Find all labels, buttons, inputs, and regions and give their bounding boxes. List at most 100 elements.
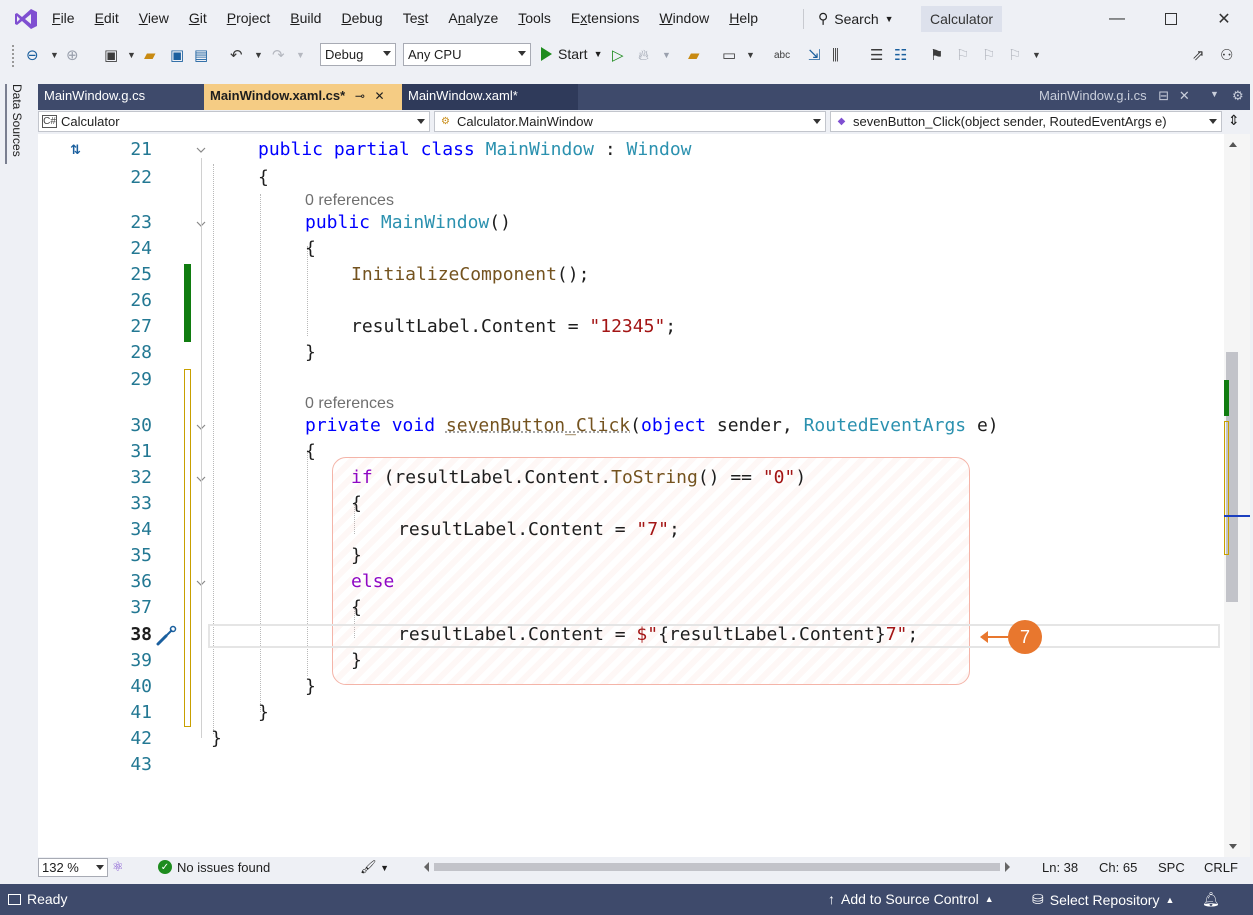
platform-select[interactable]: Any CPU [403,43,531,66]
chevron-down-icon[interactable]: ▼ [127,44,136,66]
tab-list-dropdown[interactable]: ▼ [1206,84,1226,110]
compare-icon[interactable]: ⫼ [832,44,839,66]
member-select[interactable]: ◆ sevenButton_Click(object sender, Route… [830,111,1222,132]
scrollbar-thumb[interactable] [434,863,1000,871]
menu-item-debug[interactable]: Debug [341,10,382,26]
chevron-down-icon[interactable]: ▼ [1032,44,1041,66]
menu-item-test[interactable]: Test [403,10,429,26]
project-select[interactable]: C# Calculator [38,111,430,132]
type-select[interactable]: ⚙ Calculator.MainWindow [434,111,826,132]
line-number: 23 [130,212,152,233]
menu-item-build[interactable]: Build [290,10,321,26]
notifications-button[interactable]: 🔔︎ [1202,891,1220,908]
window-layout-icon[interactable]: ▭ [722,44,736,66]
menu-item-tools[interactable]: Tools [518,10,551,26]
navigate-forward-icon[interactable]: ⊕ [66,44,79,66]
comment-lines-icon[interactable]: ☰ [870,44,883,66]
spell-check-icon[interactable]: abc [774,44,790,66]
solution-explorer-icon[interactable]: ▰ [688,44,700,66]
tab-mainwindow-g-i-cs[interactable]: MainWindow.g.i.cs ⊟ ✕ [1033,84,1203,110]
bookmark-icon[interactable]: ⚑ [930,44,943,66]
codelens-references[interactable]: 0 references [305,395,394,413]
next-bookmark-icon[interactable]: ⚐ [982,44,995,66]
line-number: 31 [130,441,152,462]
code-cleanup-icon[interactable]: 🖌︎ ▼ [360,859,389,875]
punctuation: ) [795,467,807,488]
horizontal-scrollbar[interactable] [424,862,1010,872]
issues-status[interactable]: No issues found [177,860,270,875]
keep-open-icon[interactable]: ⊟ [1158,88,1169,103]
menu-item-analyze[interactable]: Analyze [448,10,498,26]
menu-item-edit[interactable]: Edit [95,10,119,26]
scroll-down-icon[interactable] [1229,844,1237,849]
line-ending-indicator[interactable]: CRLF [1204,860,1238,875]
data-sources-tab[interactable]: Data Sources [10,84,24,157]
clear-bookmarks-icon[interactable]: ⚐ [1008,44,1021,66]
search-button[interactable]: ⚲ Search ▼ [818,10,894,27]
menu-item-project[interactable]: Project [227,10,271,26]
save-all-icon[interactable]: ▤ [194,44,208,66]
chevron-down-icon[interactable]: ▼ [254,44,263,66]
hot-reload-icon[interactable]: 🔥︎ [638,44,649,66]
split-window-icon[interactable]: ⇕ [1228,112,1240,129]
navigate-back-icon[interactable]: ⊖ [26,44,39,66]
add-to-source-control-button[interactable]: ↑ Add to Source Control ▲ [828,891,994,907]
menu-item-window[interactable]: Window [659,10,709,26]
settings-button[interactable]: ⚙ [1226,84,1250,110]
collapse-icon[interactable] [195,144,207,156]
previous-bookmark-icon[interactable]: ⚐ [956,44,969,66]
chevron-down-icon: ▼ [1210,89,1219,99]
menu-item-git[interactable]: Git [189,10,207,26]
code-map-icon[interactable]: ⇅ [70,142,81,158]
new-project-icon[interactable]: ▣ [104,44,118,66]
toolbar-grip[interactable] [12,45,16,67]
minimize-button[interactable]: — [1106,8,1128,30]
configuration-select[interactable]: Debug [320,43,396,66]
chevron-down-icon[interactable]: ▼ [50,44,59,66]
redo-icon[interactable]: ↷ [272,44,285,66]
quick-actions-screwdriver-icon[interactable] [154,624,178,648]
scroll-right-icon[interactable] [1005,862,1010,872]
start-debugging-button[interactable]: Start ▼ [541,46,603,62]
code-line-28: } [305,342,316,363]
feedback-icon[interactable]: ⚇ [1220,44,1233,66]
live-share-icon[interactable]: ⇗ [1192,44,1205,66]
close-icon[interactable]: ✕ [1179,88,1190,103]
chevron-down-icon[interactable]: ▼ [296,44,305,66]
line-indicator[interactable]: Ln: 38 [1042,860,1078,875]
uncomment-lines-icon[interactable]: ☷ [894,44,907,66]
chevron-down-icon[interactable]: ▼ [662,44,671,66]
tab-mainwindow-g-cs[interactable]: MainWindow.g.cs [38,84,204,110]
tab-label: MainWindow.xaml.cs* [210,88,346,103]
intellicode-icon[interactable]: ⚛ [112,859,124,875]
code-line-32: if (resultLabel.Content.ToString() == "0… [351,467,806,488]
menu-item-view[interactable]: View [139,10,169,26]
scroll-up-icon[interactable] [1229,142,1237,147]
close-window-button[interactable]: ✕ [1213,8,1235,30]
open-folder-icon[interactable]: ▰ [144,44,156,66]
vertical-scrollbar[interactable] [1224,134,1250,857]
tab-mainwindow-xaml[interactable]: MainWindow.xaml* [402,84,578,110]
string-literal: $" [636,624,659,645]
chevron-down-icon[interactable]: ▼ [746,44,755,66]
code-line-35: } [351,545,362,566]
save-icon[interactable]: ▣ [170,44,184,66]
maximize-button[interactable] [1160,8,1182,30]
tab-mainwindow-xaml-cs[interactable]: MainWindow.xaml.cs* ⊸ ✕ [204,84,402,110]
codelens-references[interactable]: 0 references [305,192,394,210]
step-icon[interactable]: ⇲ [808,44,821,66]
zoom-select[interactable]: 132 % [38,858,108,877]
visual-studio-logo-icon[interactable] [14,8,38,30]
pin-icon[interactable]: ⊸ [355,89,365,103]
close-icon[interactable]: ✕ [375,89,385,103]
menu-item-file[interactable]: File [52,10,75,26]
menu-item-extensions[interactable]: Extensions [571,10,640,26]
menu-item-help[interactable]: Help [729,10,758,26]
undo-icon[interactable]: ↶ [230,44,243,66]
char-indicator[interactable]: Ch: 65 [1099,860,1137,875]
spacing-indicator[interactable]: SPC [1158,860,1185,875]
select-repository-button[interactable]: ⛁ Select Repository ▲ [1032,891,1174,908]
code-editor[interactable]: ⇅ 21 22 23 24 25 26 27 28 29 30 31 32 33 34 35 36 37 38 39… [38,134,1224,857]
start-without-debugging-icon[interactable]: ▷ [612,44,624,66]
scroll-left-icon[interactable] [424,862,429,872]
